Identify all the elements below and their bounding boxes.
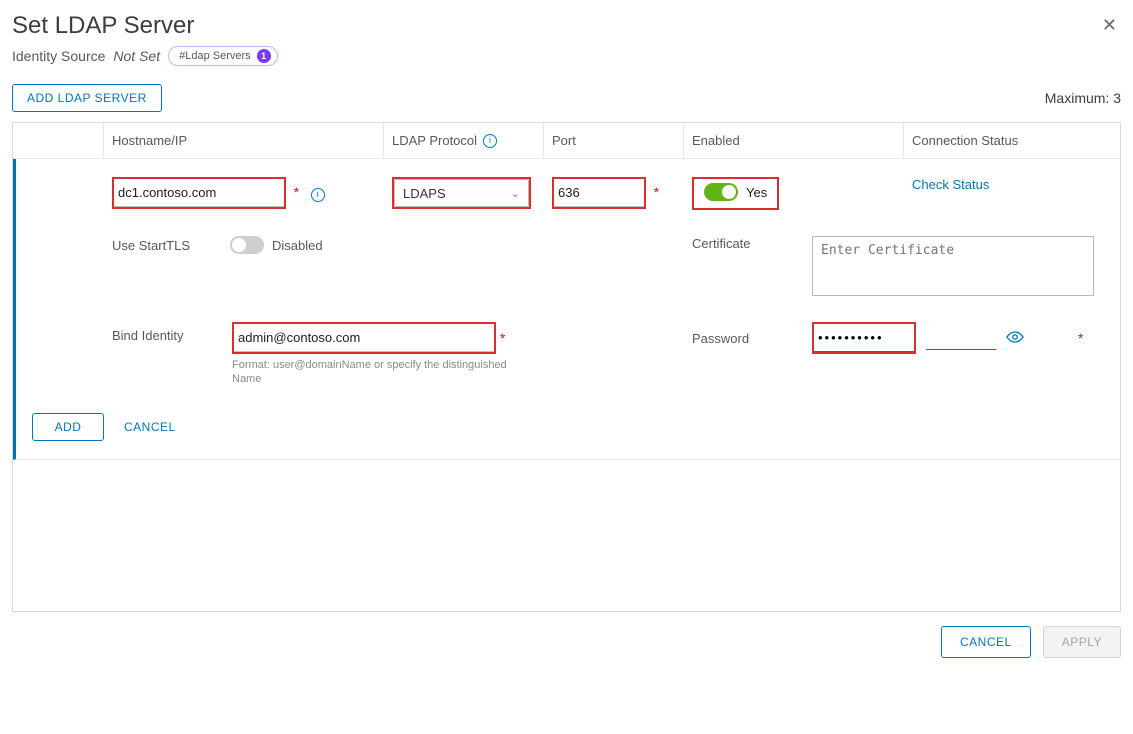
password-input[interactable] xyxy=(814,324,914,352)
ldap-server-row: * i LDAPS ⌄ * xyxy=(13,159,1120,460)
required-marker: * xyxy=(290,184,303,200)
ldap-servers-tag[interactable]: #Ldap Servers 1 xyxy=(168,46,278,66)
maximum-label: Maximum: 3 xyxy=(1045,90,1121,106)
check-status-link[interactable]: Check Status xyxy=(912,177,989,192)
row-cancel-button[interactable]: CANCEL xyxy=(124,420,176,434)
column-headers: Hostname/IP LDAP Protocol i Port Enabled… xyxy=(13,123,1120,159)
chevron-down-icon: ⌄ xyxy=(511,187,520,200)
ldap-servers-tag-label: #Ldap Servers xyxy=(179,50,251,62)
port-input[interactable] xyxy=(554,179,644,207)
required-marker: * xyxy=(1074,330,1087,346)
dialog-cancel-button[interactable]: CANCEL xyxy=(941,626,1031,658)
bind-identity-label: Bind Identity xyxy=(112,322,202,343)
protocol-value: LDAPS xyxy=(403,186,446,201)
eye-icon[interactable] xyxy=(1006,330,1024,346)
identity-source-value: Not Set xyxy=(113,48,160,64)
bind-identity-input[interactable] xyxy=(234,324,494,352)
password-label: Password xyxy=(692,331,772,346)
ldap-servers-panel: Hostname/IP LDAP Protocol i Port Enabled… xyxy=(12,122,1121,612)
certificate-label: Certificate xyxy=(692,236,772,251)
enabled-label: Yes xyxy=(746,185,767,200)
ldap-servers-count-badge: 1 xyxy=(257,49,271,63)
bind-identity-hint: Format: user@domainName or specify the d… xyxy=(232,358,536,387)
starttls-state: Disabled xyxy=(272,238,323,253)
certificate-input[interactable] xyxy=(812,236,1094,296)
col-port: Port xyxy=(552,133,576,148)
row-add-button[interactable]: ADD xyxy=(32,413,104,441)
hostname-input[interactable] xyxy=(114,179,284,207)
col-status: Connection Status xyxy=(912,133,1018,148)
info-icon[interactable]: i xyxy=(483,134,497,148)
col-protocol: LDAP Protocol xyxy=(392,133,477,148)
protocol-select[interactable]: LDAPS ⌄ xyxy=(394,179,529,207)
identity-source-label: Identity Source xyxy=(12,48,105,64)
dialog-apply-button: APPLY xyxy=(1043,626,1121,658)
required-marker: * xyxy=(650,184,663,200)
starttls-label: Use StartTLS xyxy=(112,238,190,253)
required-marker: * xyxy=(496,330,509,346)
col-hostname: Hostname/IP xyxy=(112,133,187,148)
col-enabled: Enabled xyxy=(692,133,740,148)
close-icon[interactable]: ✕ xyxy=(1098,12,1121,38)
add-ldap-server-button[interactable]: ADD LDAP SERVER xyxy=(12,84,162,112)
info-icon[interactable]: i xyxy=(311,188,325,202)
dialog-title: Set LDAP Server xyxy=(12,12,194,40)
starttls-toggle[interactable]: Disabled xyxy=(230,236,323,254)
enabled-toggle[interactable]: Yes xyxy=(704,183,767,201)
